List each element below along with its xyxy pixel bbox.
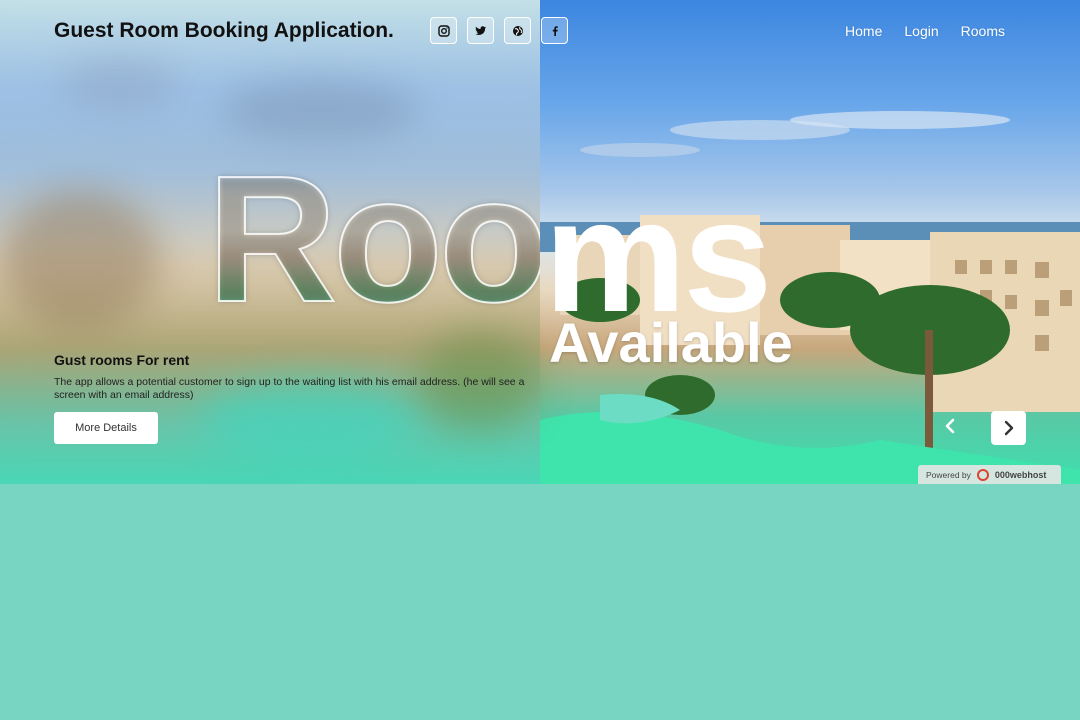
brand-title: Guest Room Booking Application. (54, 19, 394, 42)
webhost-logo-icon (976, 468, 989, 481)
carousel-prev-button[interactable] (937, 411, 963, 441)
globe-icon[interactable] (504, 17, 531, 44)
info-title: Gust rooms For rent (54, 352, 190, 368)
main-nav: Home Login Rooms (845, 23, 1005, 39)
chevron-right-icon (1004, 420, 1013, 436)
facebook-icon[interactable] (541, 17, 568, 44)
nav-rooms-link[interactable]: Rooms (961, 23, 1005, 39)
page-body (0, 484, 1080, 720)
subheadline: Available (549, 311, 793, 374)
nav-home-link[interactable]: Home (845, 23, 882, 39)
more-details-button[interactable]: More Details (54, 412, 158, 444)
carousel-next-button[interactable] (991, 411, 1026, 445)
social-links (430, 17, 568, 44)
powered-by-badge[interactable]: Powered by 000webhost (918, 465, 1061, 484)
powered-by-label: Powered by (926, 469, 971, 480)
instagram-icon[interactable] (430, 17, 457, 44)
hero-section: Roo Roo ms Available Guest Room Booking … (0, 0, 1080, 484)
powered-by-brand: 000webhost (994, 469, 1047, 480)
headline-left: Roo (207, 150, 540, 330)
info-description: The app allows a potential customer to s… (54, 376, 525, 401)
twitter-icon[interactable] (467, 17, 494, 44)
nav-login-link[interactable]: Login (904, 23, 938, 39)
chevron-left-icon (945, 418, 955, 434)
